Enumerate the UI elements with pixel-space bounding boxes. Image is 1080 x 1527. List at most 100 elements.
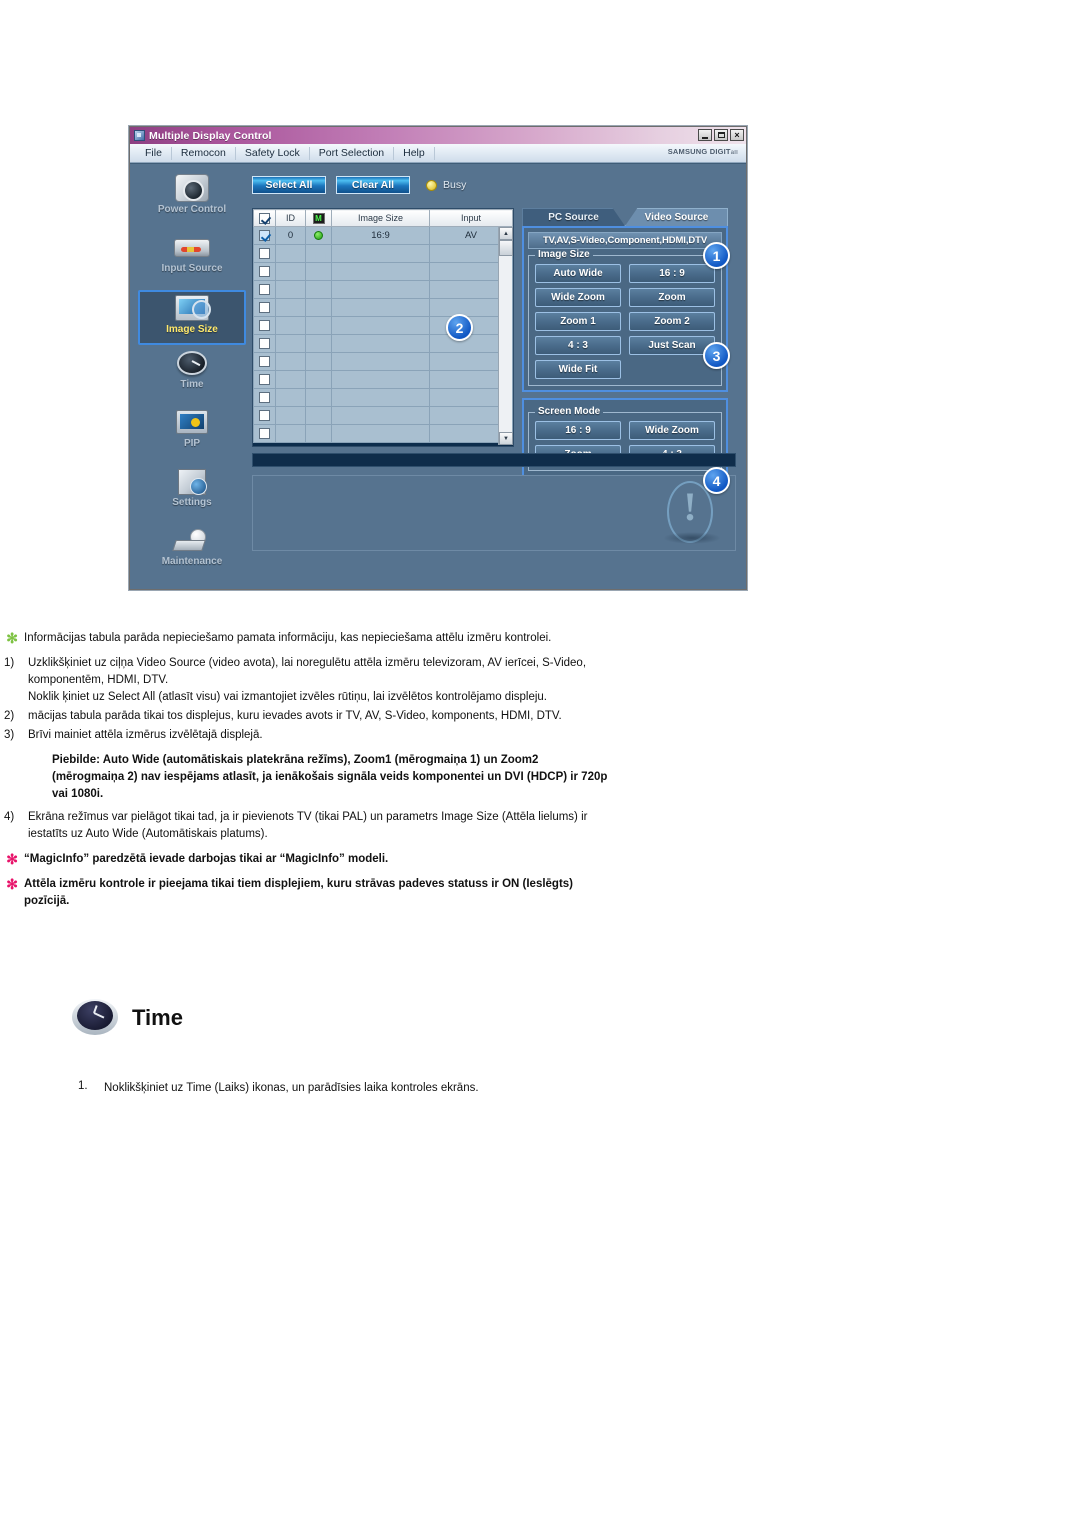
minimize-button[interactable] bbox=[698, 129, 712, 141]
table-row[interactable] bbox=[253, 388, 513, 407]
sidebar-item-time[interactable]: Time bbox=[138, 347, 246, 404]
row-power-status bbox=[305, 226, 332, 245]
sidebar-item-input-source[interactable]: Input Source bbox=[138, 231, 246, 288]
menu-item-help[interactable]: Help bbox=[394, 146, 435, 160]
row-checkbox[interactable] bbox=[253, 316, 276, 335]
pink-star-icon: ✻ bbox=[6, 851, 18, 867]
callout-badge-3: 3 bbox=[703, 342, 730, 369]
note-intro-text: Informācijas tabula parāda nepieciešamo … bbox=[24, 632, 552, 644]
pip-icon bbox=[172, 408, 212, 438]
row-checkbox[interactable] bbox=[253, 280, 276, 299]
sidebar-item-label: Settings bbox=[172, 497, 212, 508]
star-note-1: ✻ “MagicInfo” paredzētā ievade darbojas … bbox=[0, 851, 1080, 868]
table-row[interactable] bbox=[253, 262, 513, 281]
row-checkbox[interactable] bbox=[253, 226, 276, 245]
list-item-2-text: mācijas tabula parāda tikai tos displeju… bbox=[28, 710, 562, 722]
header-select-all-checkbox[interactable] bbox=[253, 209, 276, 227]
sidebar-item-label: Image Size bbox=[166, 324, 218, 335]
row-checkbox[interactable] bbox=[253, 262, 276, 281]
maintenance-icon bbox=[172, 526, 212, 556]
table-row[interactable] bbox=[253, 352, 513, 371]
sidebar-item-label: Time bbox=[180, 379, 204, 390]
list-number: 3) bbox=[4, 729, 15, 741]
sidebar-item-settings[interactable]: Settings bbox=[138, 465, 246, 522]
auto-wide-button[interactable]: Auto Wide bbox=[535, 264, 621, 283]
menu-item-port-selection[interactable]: Port Selection bbox=[310, 146, 395, 160]
zoom-1-button[interactable]: Zoom 1 bbox=[535, 312, 621, 331]
sidebar-item-pip[interactable]: PIP bbox=[138, 406, 246, 463]
table-scrollbar[interactable]: ▲ ▼ bbox=[498, 227, 513, 445]
callout-badge-2: 2 bbox=[446, 314, 473, 341]
table-row[interactable] bbox=[253, 406, 513, 425]
scrollbar-thumb[interactable] bbox=[499, 240, 513, 256]
table-row[interactable] bbox=[253, 316, 513, 335]
close-button[interactable]: × bbox=[730, 129, 744, 141]
samsung-logo: SAMSUNG DIGITall bbox=[667, 147, 738, 156]
table-row[interactable]: 0 16:9 AV bbox=[253, 226, 513, 245]
row-checkbox[interactable] bbox=[253, 334, 276, 353]
list-item-1-line-2: komponentēm, HDMI, DTV. bbox=[28, 674, 169, 686]
row-checkbox[interactable] bbox=[253, 298, 276, 317]
four-three-button[interactable]: 4 : 3 bbox=[535, 336, 621, 355]
scroll-up-button[interactable]: ▲ bbox=[499, 227, 513, 240]
header-image-size: Image Size bbox=[331, 209, 430, 227]
status-dot-icon bbox=[426, 179, 437, 191]
list-number: 4) bbox=[4, 811, 15, 823]
image-size-panel: TV,AV,S-Video,Component,HDMI,DTV Image S… bbox=[522, 226, 728, 392]
row-checkbox[interactable] bbox=[253, 352, 276, 371]
wide-fit-button[interactable]: Wide Fit bbox=[535, 360, 621, 379]
row-checkbox[interactable] bbox=[253, 388, 276, 407]
time-section-step: 1. Noklikšķiniet uz Time (Laiks) ikonas,… bbox=[0, 1080, 1080, 1097]
multiple-display-control-window: Multiple Display Control × File Remocon … bbox=[129, 126, 747, 590]
application-body: Power Control Input Source Image Size Ti… bbox=[130, 163, 746, 589]
table-row[interactable] bbox=[253, 298, 513, 317]
row-checkbox[interactable] bbox=[253, 424, 276, 443]
callout-badge-4: 4 bbox=[703, 467, 730, 494]
screen-mode-wide-zoom-button[interactable]: Wide Zoom bbox=[629, 421, 715, 440]
bold-note-line-1: Piebilde: Auto Wide (automātiskais plate… bbox=[52, 754, 539, 766]
scroll-down-button[interactable]: ▼ bbox=[499, 432, 513, 445]
sidebar-item-label: Maintenance bbox=[161, 556, 223, 567]
list-number: 2) bbox=[4, 710, 15, 722]
menu-item-remocon[interactable]: Remocon bbox=[172, 146, 236, 160]
sidebar: Power Control Input Source Image Size Ti… bbox=[138, 172, 246, 585]
table-row[interactable] bbox=[253, 280, 513, 299]
row-checkbox[interactable] bbox=[253, 370, 276, 389]
window-title: Multiple Display Control bbox=[149, 129, 272, 142]
zoom-button[interactable]: Zoom bbox=[629, 288, 715, 307]
table-row[interactable] bbox=[253, 424, 513, 443]
just-scan-button[interactable]: Just Scan bbox=[629, 336, 715, 355]
zoom-2-button[interactable]: Zoom 2 bbox=[629, 312, 715, 331]
sixteen-nine-button[interactable]: 16 : 9 bbox=[629, 264, 715, 283]
status-strip bbox=[252, 453, 736, 467]
image-size-fieldset: Image Size Auto Wide 16 : 9 Wide Zoom Zo… bbox=[528, 249, 722, 386]
source-panel: PC Source Video Source TV,AV,S-Video,Com… bbox=[522, 208, 728, 477]
table-row[interactable] bbox=[253, 244, 513, 263]
row-checkbox[interactable] bbox=[253, 244, 276, 263]
table-row[interactable] bbox=[253, 334, 513, 353]
tab-video-source[interactable]: Video Source bbox=[625, 208, 728, 226]
sidebar-item-image-size[interactable]: Image Size bbox=[138, 290, 246, 345]
maximize-button[interactable] bbox=[714, 129, 728, 141]
pink-star-icon: ✻ bbox=[6, 876, 18, 892]
window-titlebar: Multiple Display Control × bbox=[130, 127, 746, 144]
list-item-4: 4) Ekrāna režīmus var pielāgot tikai tad… bbox=[0, 809, 1080, 843]
window-controls: × bbox=[698, 129, 744, 141]
select-all-button[interactable]: Select All bbox=[252, 176, 326, 194]
table-body: 0 16:9 AV bbox=[253, 226, 513, 443]
screen-mode-sixteen-nine-button[interactable]: 16 : 9 bbox=[535, 421, 621, 440]
menu-item-file[interactable]: File bbox=[136, 146, 172, 160]
clear-all-button[interactable]: Clear All bbox=[336, 176, 410, 194]
sidebar-item-power-control[interactable]: Power Control bbox=[138, 172, 246, 229]
row-id: 0 bbox=[275, 226, 306, 245]
table-row[interactable] bbox=[253, 370, 513, 389]
list-item-2: 2) mācijas tabula parāda tikai tos displ… bbox=[0, 708, 1080, 725]
tab-pc-source[interactable]: PC Source bbox=[522, 208, 625, 226]
sidebar-item-label: Power Control bbox=[157, 204, 227, 215]
row-checkbox[interactable] bbox=[253, 406, 276, 425]
wide-zoom-button[interactable]: Wide Zoom bbox=[535, 288, 621, 307]
menu-item-safety-lock[interactable]: Safety Lock bbox=[236, 146, 310, 160]
toolbar: Select All Clear All Busy bbox=[252, 176, 466, 194]
green-star-icon: ✻ bbox=[6, 630, 18, 646]
sidebar-item-maintenance[interactable]: Maintenance bbox=[138, 524, 246, 581]
